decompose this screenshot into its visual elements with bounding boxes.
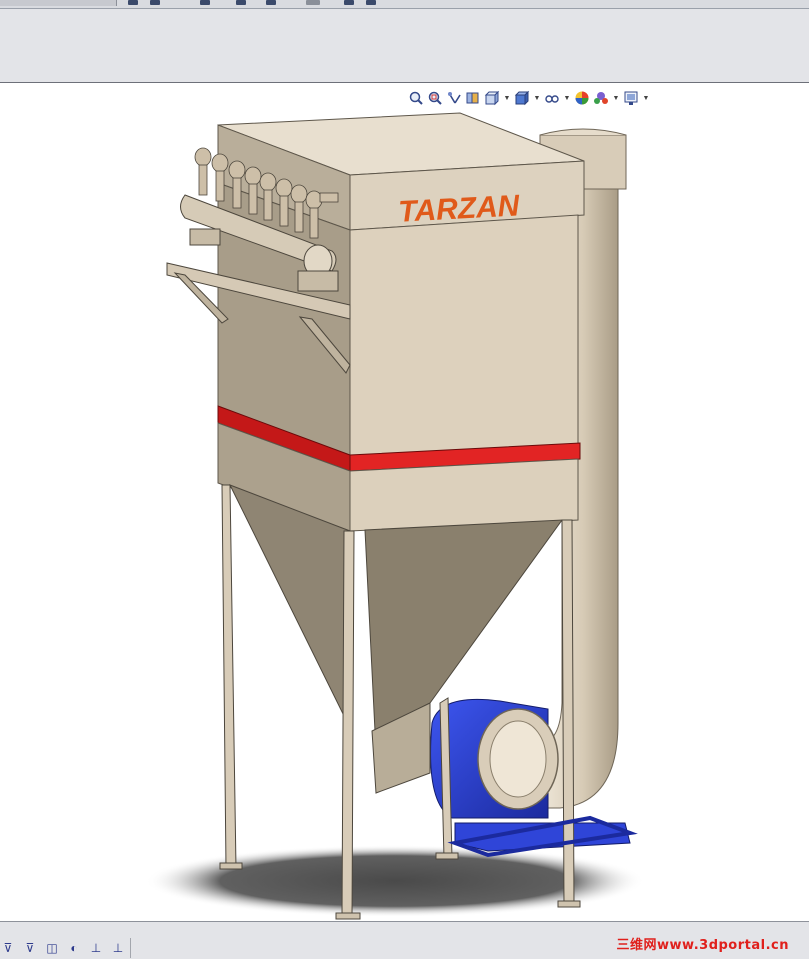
filter-faces-icon[interactable]: ◫ [44,940,60,956]
filter-sketch-icon[interactable]: ⊥ [88,940,104,956]
hopper-front [364,519,564,732]
toolbar-icon[interactable] [344,0,354,5]
top-toolbar [0,0,809,9]
filter-edges-icon[interactable]: ⊽ [22,940,38,956]
toolbar-icon[interactable] [150,0,160,5]
toolbar-icon[interactable] [306,0,320,5]
filter-vertices-icon[interactable]: ◐ [66,940,82,956]
duct-cap [539,128,627,136]
filter-points-icon[interactable]: ⊥ [110,940,126,956]
toolbar-icon[interactable] [236,0,246,5]
filter-icon[interactable]: ⊽ [0,940,16,956]
housing-front [349,214,579,462]
separator [130,938,131,958]
toolbar-icon[interactable] [128,0,138,5]
toolbar-icon[interactable] [200,0,210,5]
watermark: 三维网www.3dportal.cn [616,938,789,953]
toolbar-icon[interactable] [366,0,376,5]
toolbar-tab[interactable] [0,0,117,6]
lower-box-front [349,458,579,532]
command-manager-panel [0,9,809,83]
dust-collector-model[interactable]: TARZAN [0,83,809,921]
toolbar-icon[interactable] [266,0,276,5]
